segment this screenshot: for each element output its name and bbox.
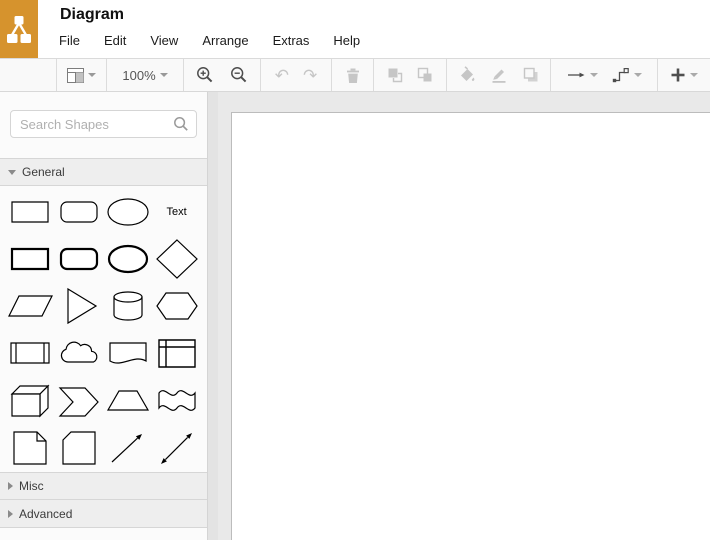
zoom-level-button[interactable]: 100% [122, 67, 168, 83]
expand-arrow-icon [8, 482, 13, 490]
section-general-label: General [22, 165, 65, 179]
line-color-icon[interactable] [490, 66, 508, 84]
delete-icon[interactable] [345, 67, 361, 84]
shape-cylinder[interactable] [104, 282, 153, 329]
shape-directional-arrow[interactable] [104, 423, 153, 470]
waypoints-icon [612, 68, 629, 83]
page-view-caret-icon [88, 73, 96, 77]
connection-button[interactable] [567, 69, 598, 81]
shape-palette: Text [0, 186, 207, 472]
collapse-arrow-icon [8, 169, 16, 175]
shape-circle[interactable] [104, 235, 153, 282]
toolbar-group-view [56, 59, 106, 91]
zoom-level-caret-icon [159, 73, 168, 77]
drawing-canvas[interactable] [218, 92, 710, 540]
shape-trapezoid[interactable] [104, 376, 153, 423]
connection-caret-icon [589, 73, 598, 77]
main-area: General Text [0, 92, 710, 540]
toolbar-group-order [373, 59, 446, 91]
toolbar-group-zoom [183, 59, 260, 91]
shape-internal-storage[interactable] [152, 329, 201, 376]
shape-triangle[interactable] [55, 282, 104, 329]
shape-process[interactable] [6, 329, 55, 376]
shape-note[interactable] [6, 423, 55, 470]
toolbar-group-style [446, 59, 550, 91]
toolbar-group-zoomlevel: 100% [106, 59, 183, 91]
shape-parallelogram[interactable] [6, 282, 55, 329]
sidebar-filler [0, 528, 207, 540]
diagram-page[interactable] [231, 112, 710, 540]
zoom-level-value: 100% [122, 67, 156, 83]
section-misc[interactable]: Misc [0, 472, 207, 500]
app-logo [0, 0, 38, 58]
text-shape-label: Text [166, 205, 187, 218]
shape-rounded-square[interactable] [55, 235, 104, 282]
to-back-icon[interactable] [416, 66, 434, 84]
drawio-logo-icon [7, 16, 31, 43]
page-view-button[interactable] [67, 67, 96, 83]
shape-document[interactable] [104, 329, 153, 376]
shape-step[interactable] [55, 376, 104, 423]
shape-diamond[interactable] [152, 235, 201, 282]
undo-icon[interactable]: ↶ [275, 67, 289, 84]
menu-view[interactable]: View [150, 33, 178, 48]
plus-icon [671, 68, 685, 82]
shape-square[interactable] [6, 235, 55, 282]
menu-help[interactable]: Help [333, 33, 360, 48]
toolbar-group-delete [331, 59, 373, 91]
menu-edit[interactable]: Edit [104, 33, 126, 48]
shape-cube[interactable] [6, 376, 55, 423]
expand-arrow-icon [8, 509, 13, 518]
menu-bar: File Edit View Arrange Extras Help [59, 33, 360, 48]
shapes-sidebar: General Text [0, 92, 208, 540]
menu-file[interactable]: File [59, 33, 80, 48]
insert-caret-icon [690, 73, 698, 77]
shape-text[interactable]: Text [152, 188, 201, 235]
shape-bidirectional-arrow[interactable] [152, 423, 201, 470]
shape-rounded-rectangle[interactable] [55, 188, 104, 235]
shape-cloud[interactable] [55, 329, 104, 376]
zoom-in-icon[interactable] [196, 66, 214, 84]
zoom-out-icon[interactable] [230, 66, 248, 84]
toolbar-group-connection [550, 59, 657, 91]
insert-button[interactable] [670, 67, 698, 83]
page-view-icon [67, 67, 84, 83]
section-advanced-label: Advanced [19, 506, 73, 521]
toolbar-group-insert [657, 59, 710, 91]
to-front-icon[interactable] [386, 66, 404, 84]
waypoints-caret-icon [633, 73, 642, 77]
fill-color-icon[interactable] [458, 66, 476, 84]
redo-icon[interactable]: ↷ [303, 67, 317, 84]
shape-tape[interactable] [152, 376, 201, 423]
search-icon [174, 117, 188, 131]
search-shapes-input[interactable] [10, 110, 197, 138]
shadow-icon[interactable] [522, 66, 540, 84]
search-shapes-wrap [10, 110, 197, 138]
toolbar-group-history: ↶ ↷ [260, 59, 331, 91]
shape-card[interactable] [55, 423, 104, 470]
connection-arrow-icon [567, 72, 584, 78]
section-advanced[interactable]: Advanced [0, 500, 207, 528]
top-bar: Diagram File Edit View Arrange Extras He… [0, 0, 710, 58]
toolbar: 100% ↶ ↷ [0, 58, 710, 92]
shape-ellipse[interactable] [104, 188, 153, 235]
waypoints-button[interactable] [612, 67, 642, 83]
menu-arrange[interactable]: Arrange [202, 33, 248, 48]
section-misc-label: Misc [19, 479, 44, 493]
shape-rectangle[interactable] [6, 188, 55, 235]
shape-hexagon[interactable] [152, 282, 201, 329]
document-title: Diagram [60, 6, 125, 23]
menu-extras[interactable]: Extras [273, 33, 310, 48]
section-general[interactable]: General [0, 158, 207, 186]
sidebar-scrollbar-gutter[interactable] [208, 92, 218, 540]
